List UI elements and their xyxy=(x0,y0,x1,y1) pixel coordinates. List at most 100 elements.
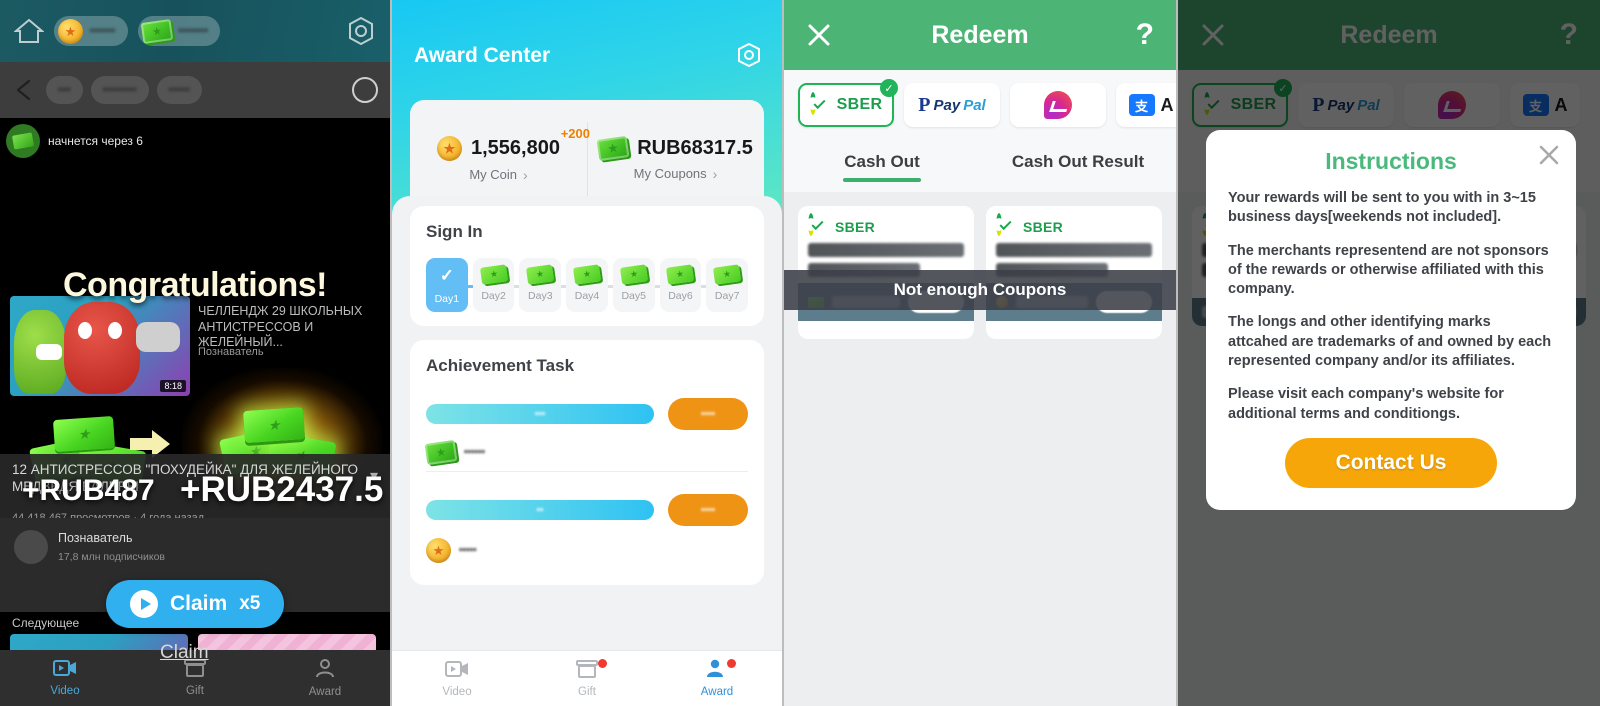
reward-after-amount: +RUB2437.5 xyxy=(180,470,384,509)
achievement-go-button[interactable]: •••• xyxy=(668,398,748,430)
cash-icon xyxy=(140,18,173,44)
claim-button[interactable]: Claim x5 xyxy=(106,580,285,628)
status-badge xyxy=(598,659,607,668)
nav-item-video[interactable]: Video xyxy=(392,651,522,706)
nav-item-gift[interactable]: Gift xyxy=(522,651,652,706)
achievement-go-button[interactable]: •••• xyxy=(668,494,748,526)
video-icon xyxy=(445,660,469,683)
payment-method-alipay[interactable]: 支A xyxy=(1116,83,1176,127)
home-icon[interactable] xyxy=(13,17,45,45)
payment-method-messenger[interactable] xyxy=(1010,83,1106,127)
nav-item-label: Award xyxy=(700,686,734,698)
sber-icon xyxy=(809,91,831,116)
award-icon xyxy=(315,658,335,683)
payment-method-list: SBER ✓ PPayPal 支A xyxy=(784,70,1176,140)
cash-icon xyxy=(572,264,602,285)
day-label: Day7 xyxy=(714,290,740,302)
claim-link[interactable]: Claim xyxy=(160,642,209,664)
screenshot-stage: •••••• ••••••• ••• •••••••• ••••• начнет… xyxy=(0,0,1600,706)
video-icon xyxy=(53,659,77,682)
achievement-reward-label: •••••• xyxy=(464,447,486,458)
close-icon[interactable] xyxy=(1538,144,1560,166)
coin-icon xyxy=(426,538,451,563)
sign-in-day-5[interactable]: Day5 xyxy=(612,258,660,312)
nav-item-video[interactable]: Video xyxy=(0,650,130,706)
question-mark-icon[interactable]: ? xyxy=(1136,20,1154,50)
congratulations-text: Congratulations! xyxy=(63,266,327,304)
sign-in-day-3[interactable]: Day3 xyxy=(519,258,567,312)
video-thumbnail[interactable]: 8:18 xyxy=(10,296,190,396)
progress-bar: ••• xyxy=(426,404,654,424)
sign-in-title: Sign In xyxy=(426,222,483,241)
sign-in-day-2[interactable]: Day2 xyxy=(472,258,520,312)
redeem-card-brand: SBER xyxy=(835,218,876,235)
achievement-reward-label: ••••• xyxy=(459,545,477,556)
sign-in-day-1[interactable]: ✓ Day1 xyxy=(426,258,473,312)
hex-gear-icon[interactable] xyxy=(736,42,762,68)
payment-method-paypal[interactable]: PPayPal xyxy=(904,83,1000,127)
sign-in-day-4[interactable]: Day4 xyxy=(566,258,613,312)
nav-item-award[interactable]: Award xyxy=(652,651,782,706)
panel-redeem-instructions: Redeem ? SBER ✓ PPayPal 支A Cash Out Cash… xyxy=(1178,0,1600,706)
my-coin-label: My Coin xyxy=(469,167,517,182)
channel-name: Познаватель xyxy=(58,531,133,545)
check-icon: ✓ xyxy=(880,79,898,97)
day-label: Day4 xyxy=(574,290,600,302)
hex-gear-icon[interactable] xyxy=(346,16,376,46)
reward-before-amount: +RUB487 xyxy=(22,474,155,507)
sign-in-day-7[interactable]: Day7 xyxy=(706,258,749,312)
go-button-label: •••• xyxy=(700,408,715,420)
nav-item-label: Video xyxy=(50,685,80,697)
subbar-chip-3[interactable]: ••••• xyxy=(156,76,203,104)
subbar-chip-1[interactable]: ••• xyxy=(46,76,83,104)
messenger-icon xyxy=(1044,91,1072,119)
coin-icon xyxy=(58,18,83,44)
instructions-dialog: Instructions Your rewards will be sent t… xyxy=(1206,130,1576,510)
search-icon[interactable] xyxy=(352,77,378,103)
chevron-right-icon: › xyxy=(523,166,528,183)
tab-cash-out[interactable]: Cash Out xyxy=(784,152,980,180)
progress-bar xyxy=(996,321,1152,329)
cash-balance-pill[interactable]: ••••••• xyxy=(137,16,221,46)
channel-avatar xyxy=(14,530,48,564)
instructions-paragraph: Please visit each company's website for … xyxy=(1228,386,1504,422)
channel-row[interactable]: Познаватель 17,8 млн подписчиков xyxy=(0,518,390,576)
progress-bar xyxy=(808,321,964,329)
panel-redeem: Redeem ? SBER ✓ P Pay Pal 支A Cash Out Cash… xyxy=(784,0,1176,706)
live-countdown-label: начнется через 6 xyxy=(48,134,143,148)
instructions-paragraph: Your rewards will be sent to you with in… xyxy=(1228,190,1536,226)
nav-item-award[interactable]: Award xyxy=(260,650,390,706)
achievement-row: ••• •••• •••••• xyxy=(424,376,748,471)
dialog-title: Instructions xyxy=(1325,148,1457,174)
video-page-body: начнется через 6 8:18 ЧЕЛЛЕНДЖ 29 ШКОЛЬН… xyxy=(0,118,390,706)
subbar-chip-1-label: ••• xyxy=(58,84,71,96)
achievement-task-title: Achievement Task xyxy=(426,356,575,375)
gift-icon xyxy=(576,659,598,683)
live-badge-row: начнется через 6 xyxy=(6,124,143,158)
coin-balance-pill[interactable]: •••••• xyxy=(54,16,128,46)
coin-icon xyxy=(437,135,462,161)
sign-in-day-list: ✓ Day1 Day2 Day3 Day4 Day5 Day6 Day7 xyxy=(426,258,749,312)
my-coupons-link[interactable]: My Coupons › xyxy=(634,166,718,182)
back-arrow-icon[interactable] xyxy=(12,77,38,103)
sign-in-day-6[interactable]: Day6 xyxy=(659,258,707,312)
award-content-sheet: Sign In ✓ Day1 Day2 Day3 Day4 Day5 Day6 D… xyxy=(392,196,782,650)
alipay-icon: 支 xyxy=(1128,94,1155,116)
my-coin-link[interactable]: My Coin › xyxy=(469,167,527,183)
cash-icon xyxy=(526,264,555,285)
sber-icon xyxy=(808,213,829,237)
tab-cash-out-result[interactable]: Cash Out Result xyxy=(980,152,1176,180)
my-coupons-label: My Coupons xyxy=(633,166,707,181)
close-icon[interactable] xyxy=(806,22,832,48)
cash-icon xyxy=(596,135,630,161)
contact-us-button[interactable]: Contact Us xyxy=(1285,437,1497,488)
payment-method-sber[interactable]: SBER ✓ xyxy=(798,79,898,127)
panel-video-reward: •••••• ••••••• ••• •••••••• ••••• начнет… xyxy=(0,0,390,706)
claim-multiplier-label: x5 xyxy=(239,593,261,614)
cash-icon xyxy=(479,264,508,285)
claim-button-label: Claim xyxy=(170,592,228,615)
subbar-chip-2[interactable]: •••••••• xyxy=(90,76,149,104)
browser-subbar: ••• •••••••• ••••• xyxy=(0,62,390,118)
bottom-nav: Video Gift Award xyxy=(392,650,782,706)
nav-item-label: Gift xyxy=(578,685,596,698)
